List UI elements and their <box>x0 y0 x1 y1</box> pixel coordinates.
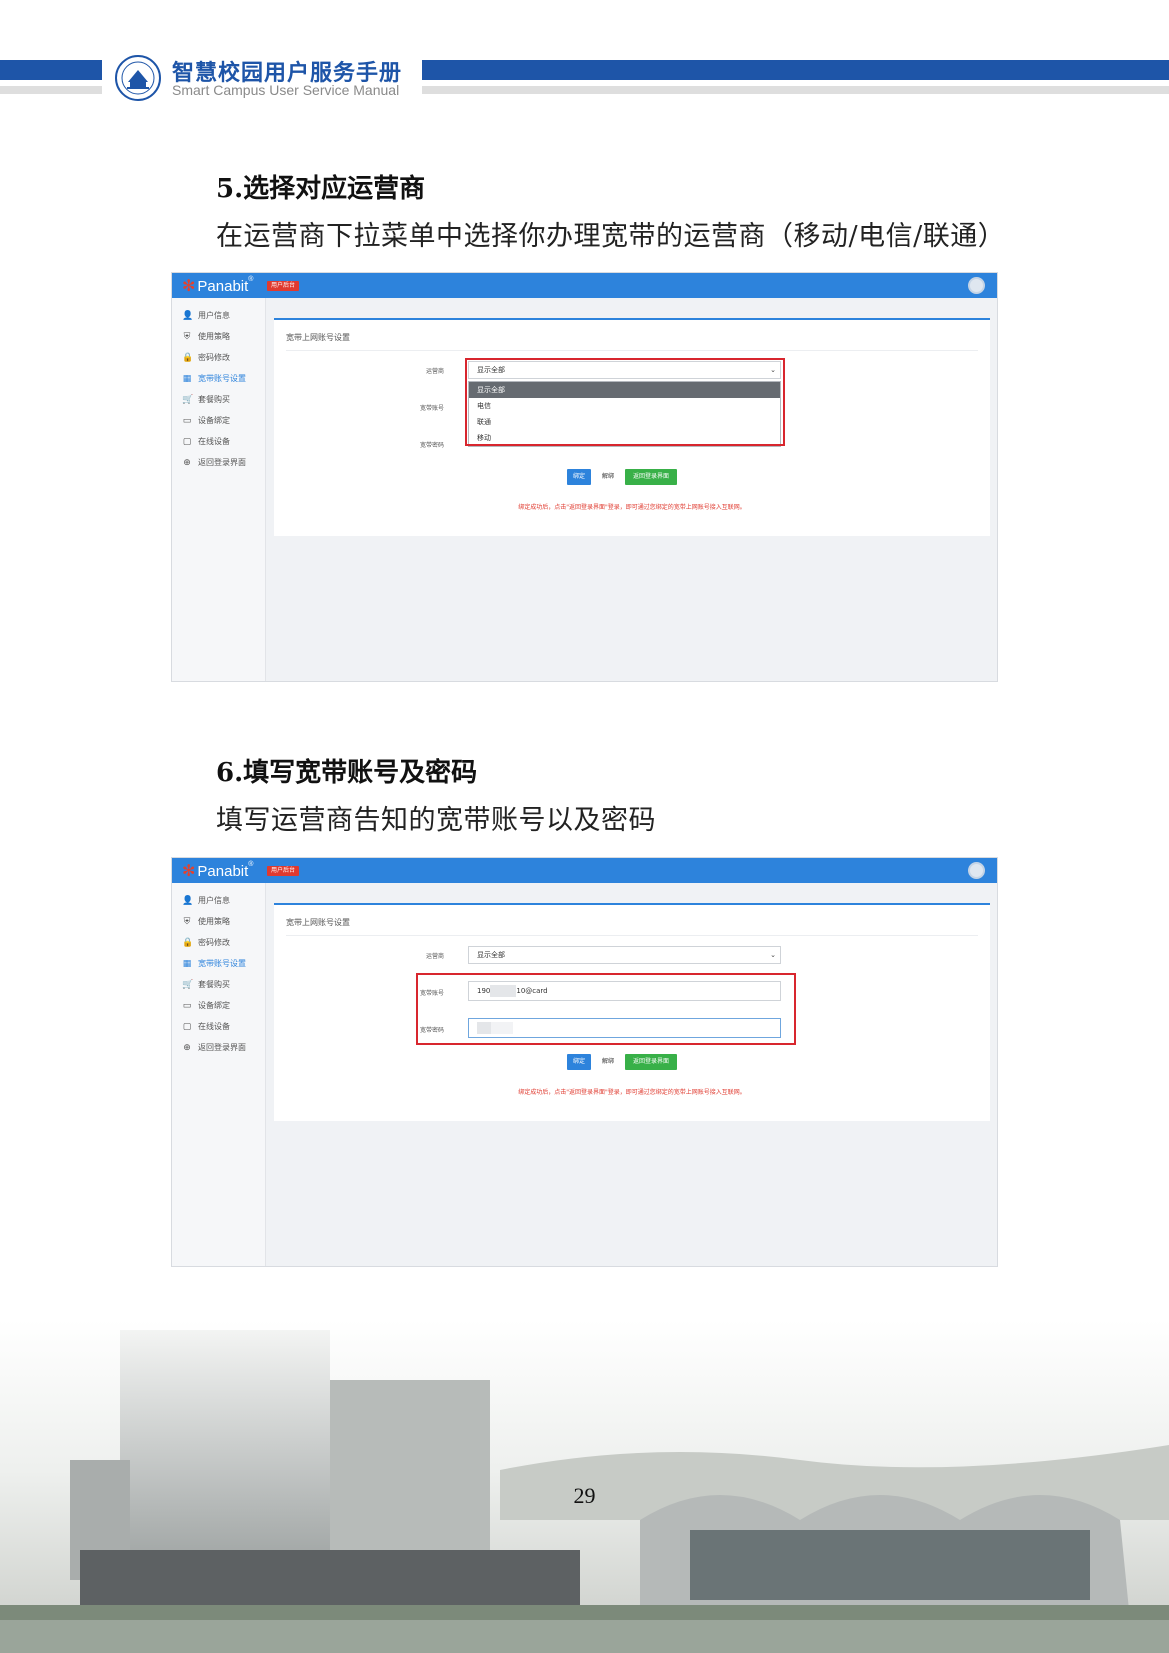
monitor-icon: ▭ <box>182 1001 192 1011</box>
page-number: 29 <box>573 1483 596 1508</box>
monitor-icon: ▭ <box>182 416 192 426</box>
admin-badge: 用户后台 <box>267 866 300 876</box>
broadband-settings-panel: 宽带上网账号设置 运营商 显示全部 ⌄ 宽带账号 190 10@card 宽带密码 … <box>274 903 990 1121</box>
sidebar: 👤 用户信息 ⛨ 使用策略 🔒 密码修改 ▦ 宽带账号设置 🛒 套餐购买 ▭ 设备绑定 ▢ 在… <box>172 298 266 681</box>
screenshot-account-password: ✻ Panabit® 用户后台 👤 用户信息 ⛨ 使用策略 🔒 密码修改 ▦ 宽带账号设置… <box>171 857 998 1267</box>
header-line-left <box>0 86 102 94</box>
header-line-right <box>422 86 1169 94</box>
globe-icon: ⊕ <box>183 458 191 468</box>
avatar[interactable] <box>968 862 985 879</box>
panabit-logo-icon: ✻ <box>182 278 196 295</box>
section-5-title: 5.选择对应运营商 <box>216 174 426 204</box>
lock-icon: 🔒 <box>182 353 194 363</box>
brand-logo: ✻ Panabit® <box>182 276 254 295</box>
header-bar-right <box>422 60 1169 80</box>
bind-hint: 绑定成功后，点击"返回登录界面"登录，即可通过您绑定的宽带上网账号接入互联网。 <box>518 1089 746 1096</box>
bind-button[interactable]: 绑定 <box>567 469 591 485</box>
sidebar-item-device-bind[interactable]: ▭ 设备绑定 <box>182 1000 230 1011</box>
manual-subtitle: Smart Campus User Service Manual <box>172 82 400 98</box>
admin-badge: 用户后台 <box>267 281 300 291</box>
cart-icon: 🛒 <box>182 980 194 990</box>
globe-icon: ⊕ <box>183 1043 191 1053</box>
brand-logo: ✻ Panabit® <box>182 861 254 880</box>
sidebar: 👤 用户信息 ⛨ 使用策略 🔒 密码修改 ▦ 宽带账号设置 🛒 套餐购买 ▭ 设备绑定 ▢ 在… <box>172 883 266 1266</box>
sidebar-item-user-info[interactable]: 👤 用户信息 <box>182 895 230 906</box>
operator-label: 运营商 <box>425 953 444 960</box>
sidebar-item-policy[interactable]: ⛨ 使用策略 <box>182 916 230 927</box>
card-icon: ▦ <box>182 959 192 969</box>
devices-icon: ▢ <box>182 1022 192 1032</box>
sidebar-item-back-login[interactable]: ⊕ 返回登录界面 <box>182 457 246 468</box>
unbind-button[interactable]: 解绑 <box>596 1054 620 1070</box>
account-label: 宽带账号 <box>419 405 444 412</box>
sidebar-item-device-bind[interactable]: ▭ 设备绑定 <box>182 415 230 426</box>
operator-label: 运营商 <box>425 368 444 375</box>
unbind-button[interactable]: 解绑 <box>596 469 620 485</box>
broadband-settings-panel: 宽带上网账号设置 运营商 显示全部 ⌄ 宽带账号 宽带密码 显示全部 电信 联通 … <box>274 318 990 536</box>
highlight-box <box>465 358 785 446</box>
back-to-login-button[interactable]: 返回登录界面 <box>625 469 677 485</box>
sidebar-item-back-login[interactable]: ⊕ 返回登录界面 <box>182 1042 246 1053</box>
header-bar-left <box>0 60 102 80</box>
bind-button[interactable]: 绑定 <box>567 1054 591 1070</box>
section-6-description: 填写运营商告知的宽带账号以及密码 <box>216 805 656 836</box>
chevron-down-icon: ⌄ <box>770 951 776 959</box>
sidebar-item-user-info[interactable]: 👤 用户信息 <box>182 310 230 321</box>
app-top-bar: ✻ Panabit® 用户后台 <box>172 858 997 883</box>
sidebar-item-password[interactable]: 🔒 密码修改 <box>182 352 230 363</box>
user-icon: 👤 <box>182 896 194 906</box>
lock-icon: 🔒 <box>182 938 194 948</box>
back-to-login-button[interactable]: 返回登录界面 <box>625 1054 677 1070</box>
section-5-description: 在运营商下拉菜单中选择你办理宽带的运营商（移动/电信/联通） <box>216 221 1006 252</box>
section-6-title: 6.填写宽带账号及密码 <box>216 758 478 788</box>
devices-icon: ▢ <box>182 437 192 447</box>
password-label: 宽带密码 <box>419 442 444 449</box>
university-seal-icon <box>115 55 161 101</box>
card-icon: ▦ <box>182 374 192 384</box>
sidebar-item-broadband[interactable]: ▦ 宽带账号设置 <box>182 958 246 969</box>
highlight-box <box>416 973 796 1045</box>
sidebar-item-online-devices[interactable]: ▢ 在线设备 <box>182 1021 230 1032</box>
sidebar-item-broadband[interactable]: ▦ 宽带账号设置 <box>182 373 246 384</box>
panabit-logo-icon: ✻ <box>182 863 196 880</box>
panel-title: 宽带上网账号设置 <box>286 918 350 927</box>
panel-divider <box>286 935 978 936</box>
panel-divider <box>286 350 978 351</box>
sidebar-item-online-devices[interactable]: ▢ 在线设备 <box>182 436 230 447</box>
user-icon: 👤 <box>182 311 194 321</box>
cart-icon: 🛒 <box>182 395 194 405</box>
sidebar-item-package[interactable]: 🛒 套餐购买 <box>182 394 230 405</box>
operator-select[interactable]: 显示全部 ⌄ <box>468 946 781 964</box>
sidebar-item-password[interactable]: 🔒 密码修改 <box>182 937 230 948</box>
screenshot-operator-select: ✻ Panabit® 用户后台 👤 用户信息 ⛨ 使用策略 🔒 密码修改 ▦ 宽带账号设置… <box>171 272 998 682</box>
panel-title: 宽带上网账号设置 <box>286 333 350 342</box>
shield-icon: ⛨ <box>183 332 191 342</box>
bind-hint: 绑定成功后，点击"返回登录界面"登录，即可通过您绑定的宽带上网账号接入互联网。 <box>518 504 746 511</box>
avatar[interactable] <box>968 277 985 294</box>
app-top-bar: ✻ Panabit® 用户后台 <box>172 273 997 298</box>
shield-icon: ⛨ <box>183 917 191 927</box>
sidebar-item-policy[interactable]: ⛨ 使用策略 <box>182 331 230 342</box>
sidebar-item-package[interactable]: 🛒 套餐购买 <box>182 979 230 990</box>
